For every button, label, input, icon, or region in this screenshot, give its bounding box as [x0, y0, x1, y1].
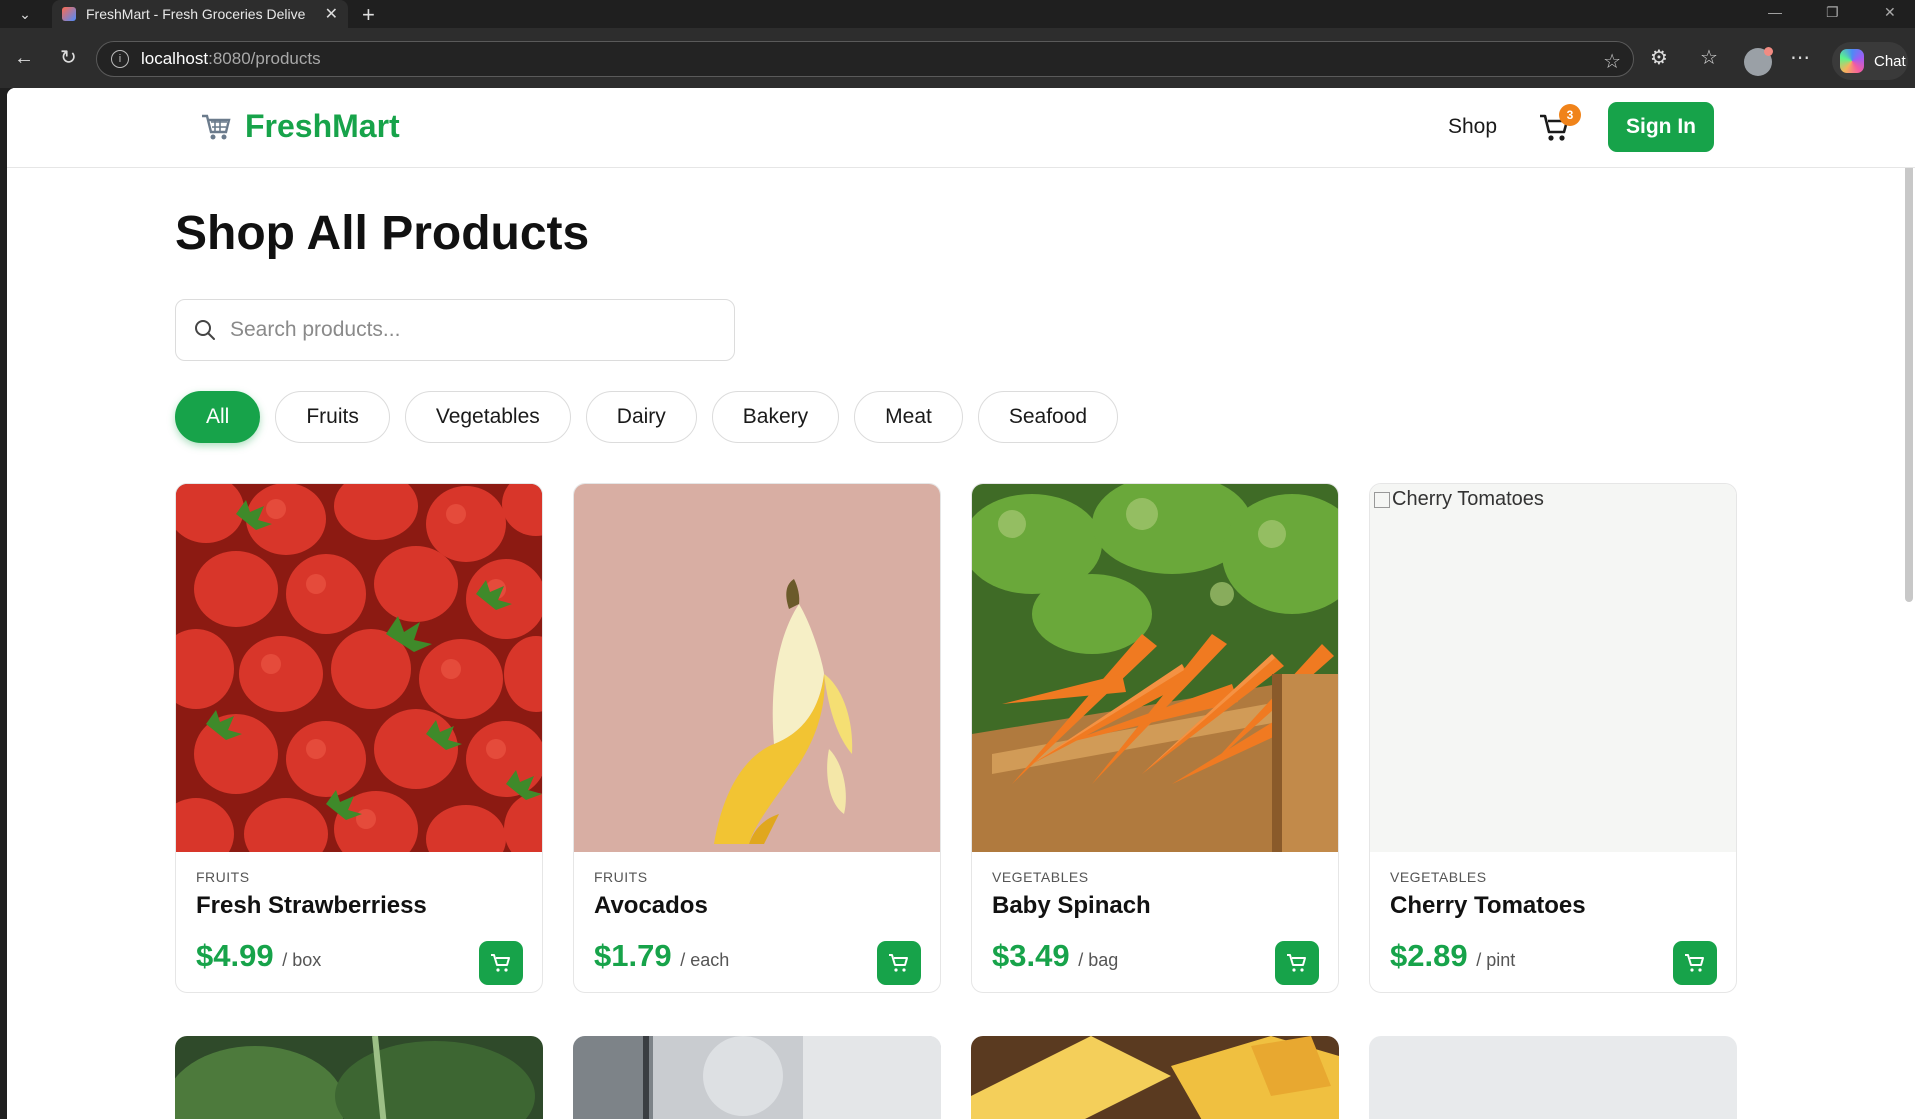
product-card-partial[interactable]	[573, 1036, 941, 1119]
add-to-cart-icon	[491, 954, 510, 972]
product-card[interactable]: VEGETABLES Baby Spinach $3.49 / bag	[971, 483, 1339, 993]
page-viewport: FreshMart Shop 3 Sign In Shop All Produc…	[7, 88, 1915, 1119]
browser-tab-bar: ⌄ FreshMart - Fresh Groceries Delive ✕ +…	[0, 0, 1915, 28]
back-icon[interactable]: ←	[14, 46, 34, 70]
add-to-cart-button[interactable]	[1673, 941, 1717, 985]
site-info-icon[interactable]: i	[111, 50, 129, 68]
search-box	[175, 299, 735, 361]
category-pill-bakery[interactable]: Bakery	[711, 391, 840, 443]
address-bar[interactable]: i localhost:8080/products ☆	[96, 41, 1634, 77]
category-pill-fruits[interactable]: Fruits	[275, 391, 390, 443]
minimize-icon[interactable]: —	[1768, 4, 1782, 20]
brand-logo[interactable]: FreshMart	[199, 108, 400, 145]
cart-count-badge: 3	[1559, 104, 1581, 126]
copilot-icon	[1840, 49, 1864, 73]
product-name[interactable]: Baby Spinach	[992, 892, 1151, 920]
product-category: VEGETABLES	[1390, 869, 1487, 885]
add-to-cart-icon	[1685, 954, 1704, 972]
search-icon	[195, 320, 215, 340]
profile-notification-dot	[1764, 47, 1773, 56]
restore-icon[interactable]: ❐	[1826, 4, 1839, 21]
product-category: VEGETABLES	[992, 869, 1089, 885]
product-unit: / each	[680, 950, 730, 970]
add-to-cart-button[interactable]	[479, 941, 523, 985]
product-unit: / box	[282, 950, 322, 970]
product-price: $2.89 / pint	[1390, 938, 1516, 973]
extensions-icon[interactable]: ⚙	[1650, 46, 1668, 70]
tab-list-chevron-icon[interactable]: ⌄	[10, 3, 40, 25]
close-window-icon[interactable]: ✕	[1884, 4, 1896, 21]
product-name[interactable]: Avocados	[594, 892, 708, 920]
product-price: $4.99 / box	[196, 938, 322, 973]
product-price: $3.49 / bag	[992, 938, 1119, 973]
product-price: $1.79 / each	[594, 938, 730, 973]
reload-icon[interactable]: ↻	[60, 46, 77, 70]
add-to-cart-button[interactable]	[877, 941, 921, 985]
product-image-carrots[interactable]	[972, 484, 1338, 852]
product-card[interactable]: FRUITS Fresh Strawberriess $4.99 / box	[175, 483, 543, 993]
new-tab-icon[interactable]: +	[362, 2, 375, 28]
category-pill-seafood[interactable]: Seafood	[977, 391, 1119, 443]
brand-name: FreshMart	[245, 108, 400, 144]
copilot-chat-button[interactable]: Chat	[1832, 42, 1908, 80]
shopping-cart-logo-icon	[202, 114, 231, 139]
category-pill-all[interactable]: All	[175, 391, 261, 443]
product-unit: / bag	[1078, 950, 1119, 970]
product-card[interactable]: FRUITS Avocados $1.79 / each	[573, 483, 941, 993]
page-scrollbar[interactable]	[1905, 94, 1913, 602]
image-alt-text: Cherry Tomatoes	[1374, 488, 1544, 511]
broken-image-icon	[1374, 491, 1390, 508]
product-card[interactable]: Cherry Tomatoes VEGETABLES Cherry Tomato…	[1369, 483, 1737, 993]
chat-label: Chat	[1874, 52, 1906, 70]
product-image-strawberries[interactable]	[176, 484, 542, 852]
product-image-banana[interactable]	[574, 484, 940, 852]
category-pill-dairy[interactable]: Dairy	[585, 391, 697, 443]
nav-shop-link[interactable]: Shop	[1448, 115, 1497, 139]
product-unit: / pint	[1476, 950, 1516, 970]
more-menu-icon[interactable]: ⋯	[1790, 46, 1810, 70]
search-input[interactable]	[230, 318, 690, 342]
product-card-partial[interactable]	[1369, 1036, 1737, 1119]
product-category: FRUITS	[594, 869, 648, 885]
close-tab-icon[interactable]: ✕	[325, 4, 338, 24]
browser-tab[interactable]: FreshMart - Fresh Groceries Delive ✕	[52, 0, 348, 28]
category-filter: All Fruits Vegetables Dairy Bakery Meat …	[175, 391, 1133, 443]
favicon-icon	[62, 7, 76, 21]
browser-toolbar: ← ↻ i localhost:8080/products ☆ ⚙ ☆ ⋯	[0, 28, 1915, 88]
product-name[interactable]: Fresh Strawberriess	[196, 892, 427, 920]
add-to-cart-icon	[889, 954, 908, 972]
url-path: :8080/products	[208, 49, 321, 68]
product-image-broken[interactable]: Cherry Tomatoes	[1370, 484, 1736, 852]
product-name[interactable]: Cherry Tomatoes	[1390, 892, 1586, 920]
add-to-cart-icon	[1287, 954, 1306, 972]
category-pill-meat[interactable]: Meat	[854, 391, 963, 443]
sign-in-button[interactable]: Sign In	[1608, 102, 1714, 152]
favorite-star-icon[interactable]: ☆	[1603, 49, 1621, 74]
product-card-partial[interactable]	[971, 1036, 1339, 1119]
product-category: FRUITS	[196, 869, 250, 885]
url-host: localhost	[141, 49, 209, 68]
product-card-partial[interactable]	[175, 1036, 543, 1119]
category-pill-vegetables[interactable]: Vegetables	[404, 391, 571, 443]
site-header: FreshMart Shop 3 Sign In	[7, 88, 1915, 168]
add-to-cart-button[interactable]	[1275, 941, 1319, 985]
favorites-icon[interactable]: ☆	[1700, 46, 1718, 70]
page-title: Shop All Products	[175, 207, 590, 260]
tab-title: FreshMart - Fresh Groceries Delive	[86, 6, 306, 22]
